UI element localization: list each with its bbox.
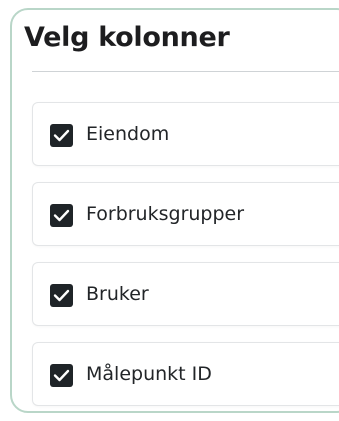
check-icon (53, 129, 70, 142)
column-label: Bruker (86, 283, 149, 305)
column-option-forbruksgrupper[interactable]: Forbruksgrupper (32, 182, 339, 246)
page-title: Velg kolonner (24, 22, 230, 53)
column-label: Målepunkt ID (86, 363, 212, 385)
checkbox-malepunkt-id[interactable] (50, 364, 73, 387)
checkbox-forbruksgrupper[interactable] (50, 204, 73, 227)
column-label: Forbruksgrupper (86, 203, 245, 225)
check-icon (53, 369, 70, 382)
checkbox-bruker[interactable] (50, 284, 73, 307)
title-divider (32, 71, 339, 72)
column-label: Eiendom (86, 123, 170, 145)
column-option-bruker[interactable]: Bruker (32, 262, 339, 326)
check-icon (53, 209, 70, 222)
column-option-eiendom[interactable]: Eiendom (32, 102, 339, 166)
column-option-malepunkt-id[interactable]: Målepunkt ID (32, 342, 339, 406)
check-icon (53, 289, 70, 302)
checkbox-eiendom[interactable] (50, 124, 73, 147)
